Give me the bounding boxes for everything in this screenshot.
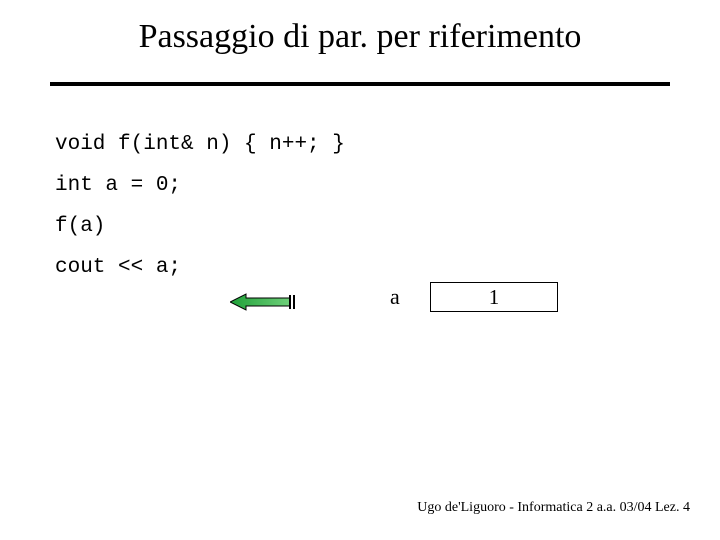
memory-box: 1 xyxy=(430,282,558,312)
variable-label: a xyxy=(390,284,400,310)
slide-title: Passaggio di par. per riferimento xyxy=(55,18,665,56)
code-line-2: int a = 0; xyxy=(55,175,665,196)
slide-footer: Ugo de'Liguoro - Informatica 2 a.a. 03/0… xyxy=(417,500,690,516)
code-block: void f(int& n) { n++; } int a = 0; f(a) … xyxy=(55,134,665,278)
arrow-left-icon xyxy=(230,293,296,311)
memory-diagram: a 1 xyxy=(230,282,590,322)
code-line-4: cout << a; xyxy=(55,257,665,278)
code-line-1: void f(int& n) { n++; } xyxy=(55,134,665,155)
code-line-3: f(a) xyxy=(55,216,665,237)
slide: Passaggio di par. per riferimento void f… xyxy=(0,0,720,540)
horizontal-rule xyxy=(50,82,670,86)
